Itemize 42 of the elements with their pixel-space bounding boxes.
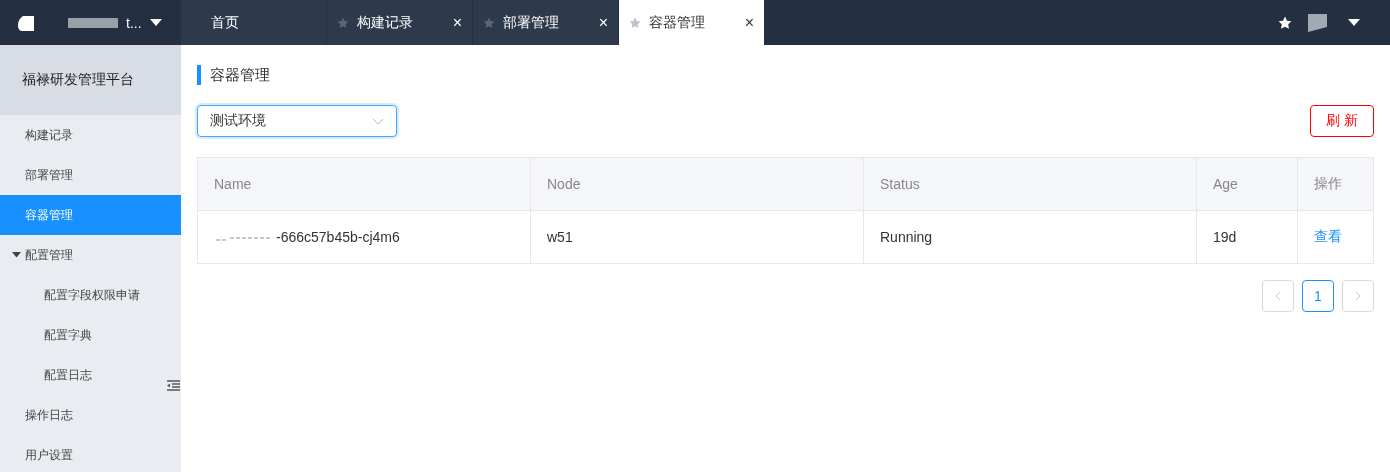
close-icon[interactable]: × xyxy=(744,13,754,32)
tab[interactable]: 首页 xyxy=(181,0,327,45)
menu-item[interactable]: 配置字典 xyxy=(0,315,181,355)
app-name[interactable]: t... xyxy=(126,14,142,31)
menu-item[interactable]: 用户设置 xyxy=(0,435,181,472)
column-header: Node xyxy=(530,157,864,211)
page-title: 容器管理 xyxy=(210,65,270,85)
redaction-mark xyxy=(68,17,118,28)
chevron-icon xyxy=(372,117,384,125)
tab[interactable]: 容器管理 × xyxy=(619,0,765,45)
menu-item[interactable]: 部署管理 xyxy=(0,155,181,195)
table-cell: Running xyxy=(880,229,933,245)
environment-select[interactable]: 测试环境 xyxy=(197,105,397,137)
chevron-right-icon xyxy=(1355,291,1361,301)
menu-item[interactable]: 配置字段权限申请 xyxy=(0,275,181,315)
accent-bar xyxy=(197,65,201,85)
tab[interactable]: 构建记录 × xyxy=(327,0,473,45)
table-cell: w51 xyxy=(547,229,573,245)
caret-icon[interactable] xyxy=(1348,18,1360,27)
menu-item[interactable]: 配置管理 xyxy=(0,235,181,275)
star-icon xyxy=(483,16,495,29)
collapse-icon[interactable] xyxy=(167,380,180,391)
menu-item[interactable]: 构建记录 xyxy=(0,115,181,155)
logo-icon xyxy=(18,14,34,31)
column-header: 操作 xyxy=(1297,157,1374,211)
column-header: Age xyxy=(1196,157,1298,211)
caret-icon xyxy=(12,252,21,258)
caret-icon[interactable] xyxy=(149,18,162,27)
table-cell: -666c57b45b-cj4m6 xyxy=(276,229,400,245)
column-header: Name xyxy=(197,157,531,211)
menu-item[interactable]: 操作日志 xyxy=(0,395,181,435)
table-cell: 19d xyxy=(1213,229,1237,245)
column-header: Status xyxy=(863,157,1197,211)
star-icon xyxy=(337,16,349,29)
chevron-left-icon xyxy=(1275,291,1281,301)
refresh-button[interactable]: 刷 新 xyxy=(1310,105,1374,137)
close-icon[interactable]: × xyxy=(598,13,608,32)
menu-item[interactable]: 配置日志 xyxy=(0,355,181,395)
platform-title: 福禄研发管理平台 xyxy=(22,71,134,89)
close-icon[interactable]: × xyxy=(452,13,462,32)
star-icon xyxy=(629,16,641,29)
star-icon[interactable] xyxy=(1278,15,1292,30)
